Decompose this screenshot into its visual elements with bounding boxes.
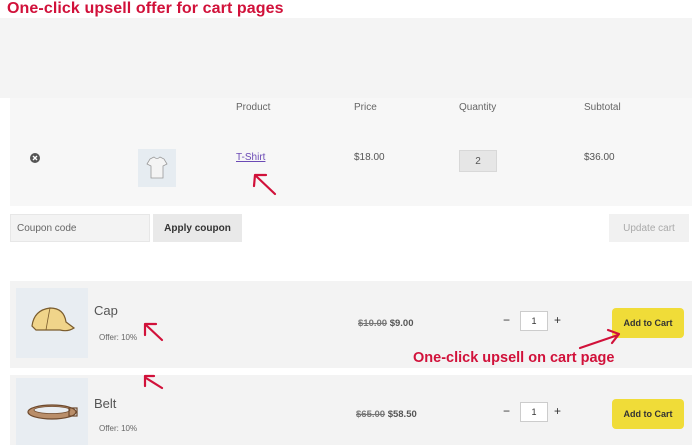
arrow-icon (143, 322, 164, 342)
arrow-icon (252, 173, 277, 196)
annotation-arrows (143, 173, 621, 390)
arrow-icon (578, 328, 621, 350)
arrow-icon (143, 374, 164, 390)
